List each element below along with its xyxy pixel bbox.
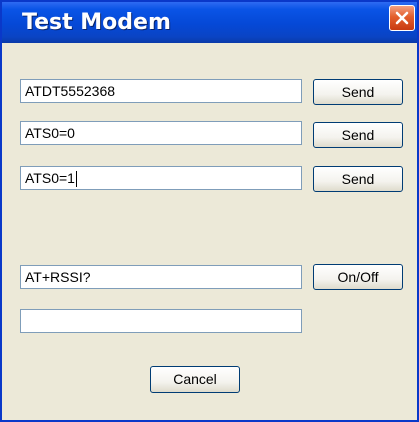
command-input-3-value: ATS0=1 [25,170,75,186]
close-icon [395,11,409,25]
rssi-command-value: AT+RSSI? [25,269,91,285]
command-input-2-value: ATS0=0 [25,125,75,141]
rssi-command-input[interactable]: AT+RSSI? [20,265,302,289]
command-input-3[interactable]: ATS0=1 [20,166,302,190]
command-input-1-value: ATDT5552368 [25,83,116,99]
cancel-button[interactable]: Cancel [150,366,240,393]
send-button-2[interactable]: Send [313,122,403,148]
close-button[interactable] [389,5,415,31]
title-bar[interactable]: Test Modem [2,2,417,43]
command-input-2[interactable]: ATS0=0 [20,121,302,145]
test-modem-dialog: Test Modem ATDT5552368 Send ATS0=0 Send … [0,0,419,422]
on-off-button[interactable]: On/Off [313,264,403,290]
send-button-1[interactable]: Send [313,79,403,105]
window-title: Test Modem [22,10,171,35]
send-button-3[interactable]: Send [313,166,403,192]
text-caret [75,171,77,188]
command-input-1[interactable]: ATDT5552368 [20,79,302,103]
rssi-response-field[interactable] [20,309,302,333]
